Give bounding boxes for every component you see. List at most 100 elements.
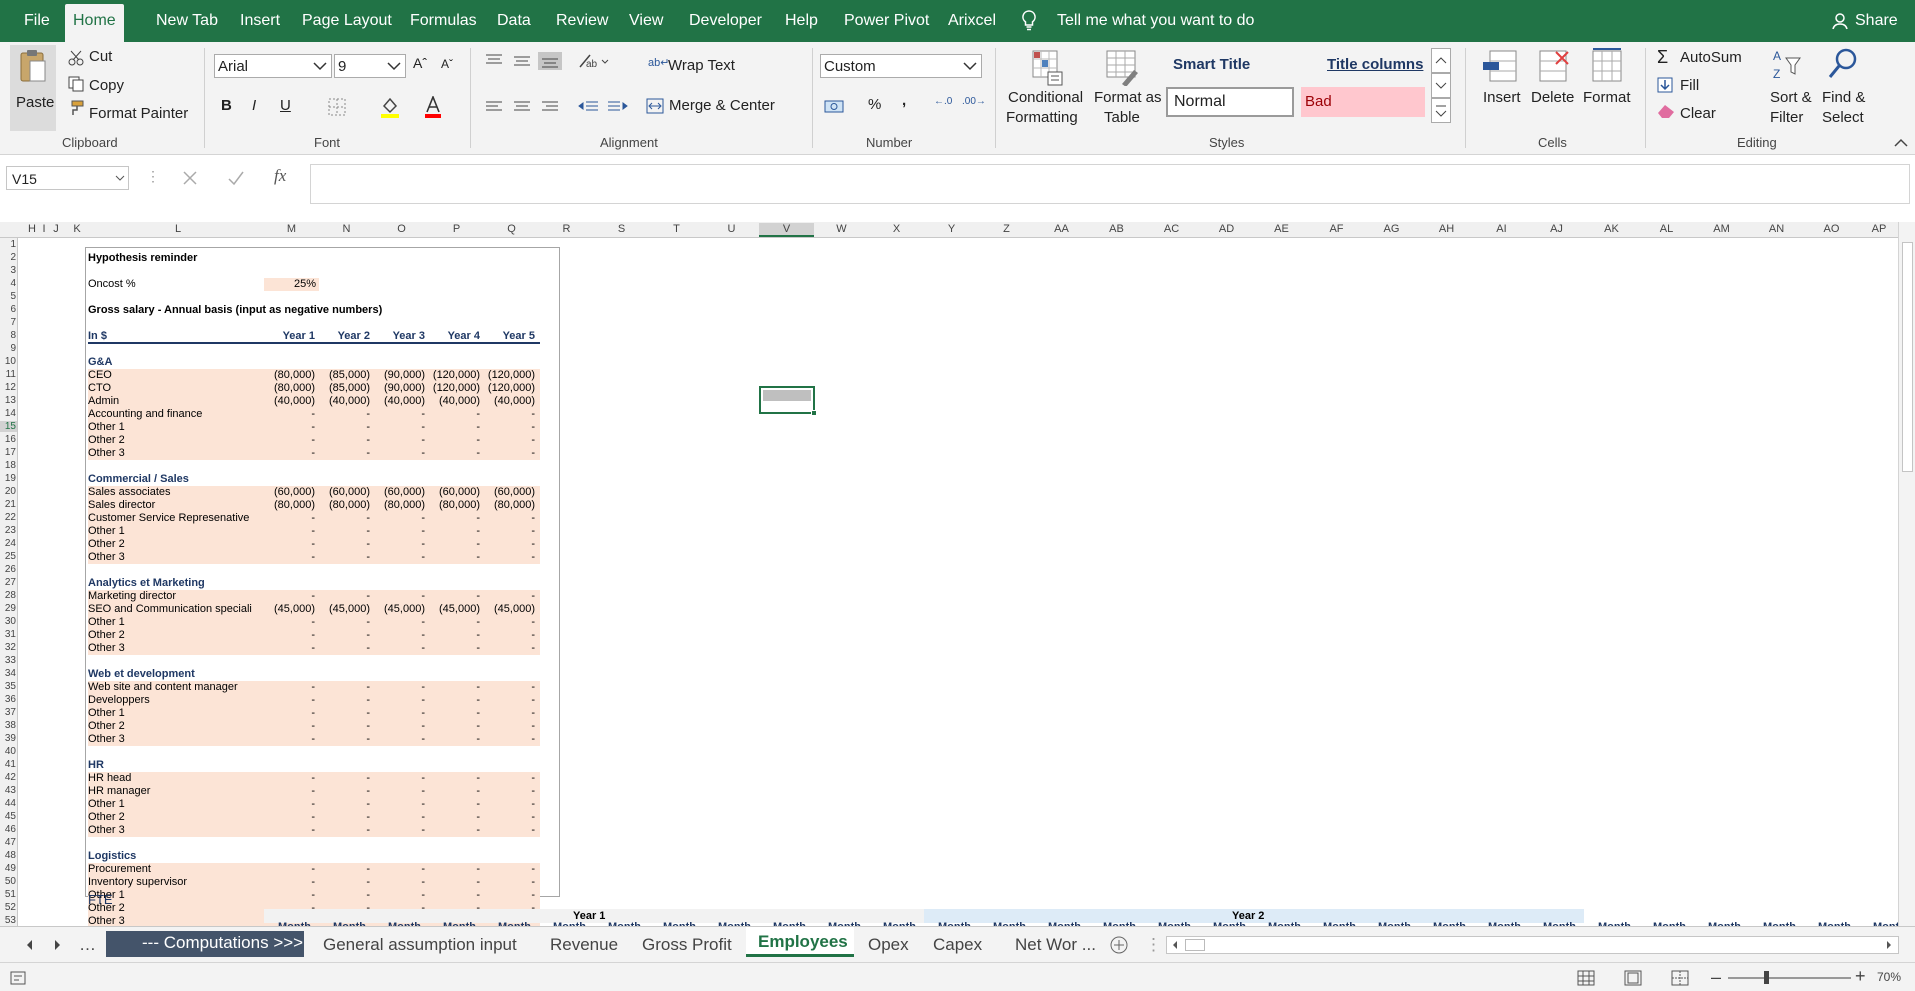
salary-cell[interactable]: -: [429, 538, 484, 551]
salary-cell[interactable]: -: [264, 616, 319, 629]
row-header[interactable]: 16: [0, 434, 17, 445]
column-header[interactable]: R: [539, 223, 594, 235]
style-title-columns[interactable]: Title columns: [1327, 56, 1423, 73]
add-sheet-icon[interactable]: [1110, 936, 1128, 954]
salary-cell[interactable]: -: [484, 525, 539, 538]
salary-cell[interactable]: (40,000): [374, 395, 429, 408]
salary-cell[interactable]: -: [374, 408, 429, 421]
salary-cell[interactable]: -: [374, 889, 429, 902]
row-header[interactable]: 43: [0, 785, 17, 796]
share-button[interactable]: Share: [1855, 0, 1898, 42]
row-header[interactable]: 45: [0, 811, 17, 822]
conditional-formatting-button[interactable]: Conditional: [1008, 89, 1083, 106]
column-header[interactable]: J: [50, 223, 62, 235]
row-header[interactable]: 10: [0, 356, 17, 367]
insert-function-button[interactable]: fx: [274, 166, 286, 186]
row-header[interactable]: 31: [0, 629, 17, 640]
salary-cell[interactable]: -: [319, 811, 374, 824]
salary-cell[interactable]: -: [319, 421, 374, 434]
salary-cell[interactable]: (40,000): [319, 395, 374, 408]
row-header[interactable]: 23: [0, 525, 17, 536]
page-break-view-icon[interactable]: [1671, 970, 1689, 986]
column-header[interactable]: AG: [1364, 223, 1419, 235]
tab-home[interactable]: Home: [65, 4, 124, 42]
salary-cell[interactable]: (45,000): [264, 603, 319, 616]
salary-cell[interactable]: -: [319, 512, 374, 525]
salary-cell[interactable]: -: [374, 525, 429, 538]
column-header-selected[interactable]: V: [759, 223, 814, 237]
zoom-slider[interactable]: [1728, 971, 1851, 984]
fill-button[interactable]: Fill: [1680, 77, 1699, 94]
row-header[interactable]: 7: [0, 317, 17, 328]
salary-cell[interactable]: -: [374, 551, 429, 564]
insert-cells-button[interactable]: Insert: [1483, 89, 1521, 106]
salary-cell[interactable]: -: [429, 681, 484, 694]
cut-button[interactable]: Cut: [89, 48, 112, 65]
salary-cell[interactable]: -: [264, 785, 319, 798]
salary-cell[interactable]: -: [484, 512, 539, 525]
salary-cell[interactable]: -: [319, 538, 374, 551]
row-header[interactable]: 28: [0, 590, 17, 601]
borders-icon[interactable]: [328, 98, 346, 116]
salary-cell[interactable]: -: [319, 733, 374, 746]
salary-cell[interactable]: (90,000): [374, 382, 429, 395]
salary-cell[interactable]: -: [484, 629, 539, 642]
column-header[interactable]: AF: [1309, 223, 1364, 235]
salary-cell[interactable]: (80,000): [429, 499, 484, 512]
salary-cell[interactable]: -: [429, 785, 484, 798]
salary-cell[interactable]: -: [374, 434, 429, 447]
row-header[interactable]: 6: [0, 304, 17, 315]
salary-cell[interactable]: (80,000): [374, 499, 429, 512]
salary-cell[interactable]: -: [374, 447, 429, 460]
row-header[interactable]: 12: [0, 382, 17, 393]
salary-cell[interactable]: (120,000): [429, 382, 484, 395]
salary-cell[interactable]: (45,000): [374, 603, 429, 616]
column-header[interactable]: AI: [1474, 223, 1529, 235]
salary-cell[interactable]: -: [264, 863, 319, 876]
cancel-entry-icon[interactable]: [182, 170, 198, 186]
row-header[interactable]: 39: [0, 733, 17, 744]
increase-font-size-icon[interactable]: Aˆ: [413, 55, 427, 71]
salary-cell[interactable]: -: [264, 551, 319, 564]
salary-cell[interactable]: -: [429, 720, 484, 733]
salary-cell[interactable]: (80,000): [484, 499, 539, 512]
salary-cell[interactable]: -: [264, 447, 319, 460]
salary-cell[interactable]: -: [429, 863, 484, 876]
format-as-table-button[interactable]: Format as: [1094, 89, 1162, 106]
wrap-text-button[interactable]: Wrap Text: [668, 57, 735, 74]
row-header[interactable]: 18: [0, 460, 17, 471]
row-header[interactable]: 36: [0, 694, 17, 705]
salary-cell[interactable]: -: [484, 798, 539, 811]
font-name-select[interactable]: Arial: [214, 54, 332, 78]
salary-cell[interactable]: (80,000): [264, 382, 319, 395]
row-header[interactable]: 9: [0, 343, 17, 354]
merge-center-button[interactable]: Merge & Center: [669, 97, 775, 114]
tab-new-tab[interactable]: New Tab: [156, 0, 218, 42]
salary-cell[interactable]: -: [484, 616, 539, 629]
row-header[interactable]: 50: [0, 876, 17, 887]
more-sheets-icon[interactable]: …: [79, 933, 96, 957]
salary-cell[interactable]: -: [374, 720, 429, 733]
salary-cell[interactable]: (80,000): [264, 499, 319, 512]
salary-cell[interactable]: -: [429, 551, 484, 564]
salary-cell[interactable]: -: [374, 733, 429, 746]
sheet-tab-employees[interactable]: Employees: [746, 927, 854, 957]
oncost-value[interactable]: 25%: [264, 278, 319, 291]
scroll-left-icon[interactable]: [1171, 940, 1179, 950]
salary-cell[interactable]: -: [374, 629, 429, 642]
salary-cell[interactable]: -: [484, 772, 539, 785]
paste-button[interactable]: Paste: [10, 45, 56, 131]
salary-cell[interactable]: -: [264, 889, 319, 902]
macro-record-icon[interactable]: [10, 971, 26, 985]
row-header[interactable]: 11: [0, 369, 17, 380]
style-smart-title[interactable]: Smart Title: [1173, 56, 1250, 73]
salary-cell[interactable]: -: [374, 681, 429, 694]
salary-cell[interactable]: (60,000): [484, 486, 539, 499]
row-header[interactable]: 49: [0, 863, 17, 874]
format-painter-button[interactable]: Format Painter: [89, 105, 188, 122]
sheet-tab-capex[interactable]: Capex: [933, 933, 982, 957]
row-header[interactable]: 44: [0, 798, 17, 809]
salary-cell[interactable]: (85,000): [319, 369, 374, 382]
salary-cell[interactable]: -: [319, 681, 374, 694]
salary-cell[interactable]: -: [319, 798, 374, 811]
